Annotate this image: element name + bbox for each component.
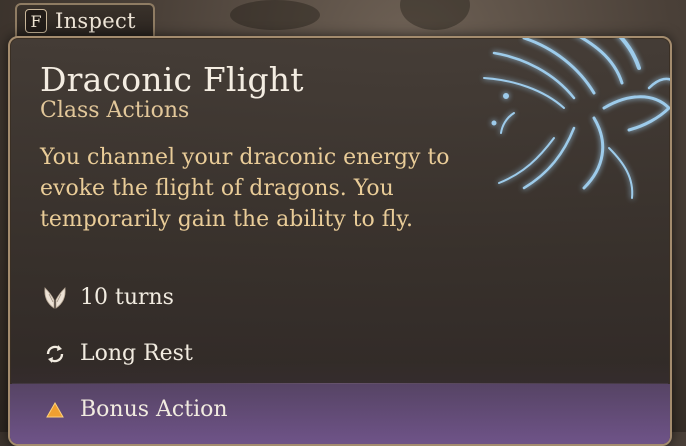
duration-row: 10 turns	[40, 282, 174, 312]
spell-tooltip: Draconic Flight Class Actions You channe…	[8, 36, 672, 446]
wings-icon	[40, 282, 70, 312]
refresh-icon	[40, 342, 70, 366]
background-rock	[230, 0, 320, 30]
triangle-icon	[40, 399, 70, 421]
spell-title: Draconic Flight	[40, 60, 304, 99]
spell-category: Class Actions	[40, 98, 190, 123]
spectral-dragon-icon	[483, 38, 670, 199]
inspect-key-badge: F	[25, 9, 47, 33]
recharge-row: Long Rest	[40, 341, 193, 366]
spell-description: You channel your draconic energy to evok…	[40, 145, 450, 232]
recharge-value: Long Rest	[80, 341, 193, 366]
action-cost-row: Bonus Action	[40, 397, 228, 422]
inspect-tab[interactable]: F Inspect	[15, 3, 155, 37]
action-cost-value: Bonus Action	[80, 397, 228, 422]
background-rock	[400, 0, 470, 30]
inspect-label: Inspect	[55, 9, 136, 33]
duration-value: 10 turns	[80, 284, 174, 310]
